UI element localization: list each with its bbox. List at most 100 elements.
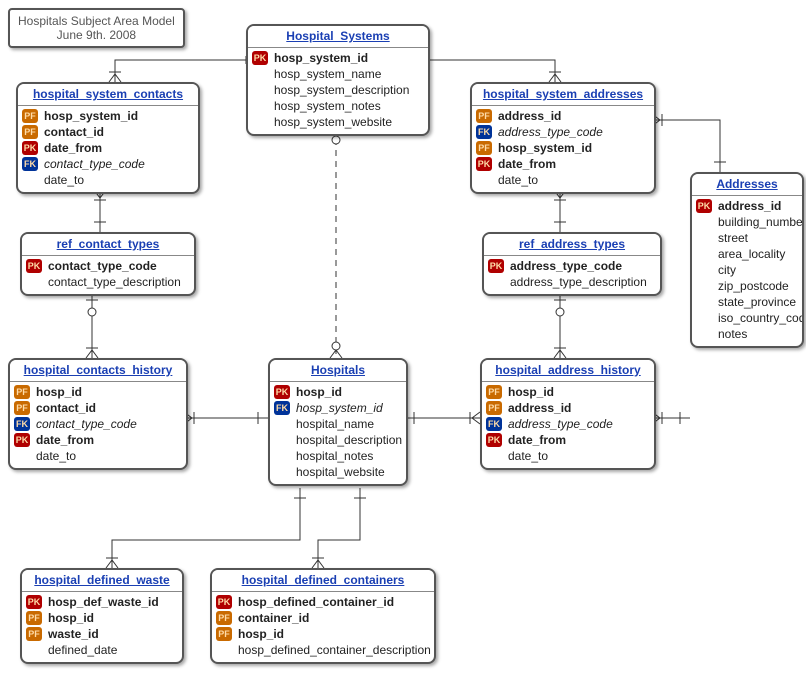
field-name: contact_type_code [36,416,137,432]
er-diagram: Hospitals Subject Area Model June 9th. 2… [0,0,806,683]
entity-hospital-system-addresses: hospital_system_addressesPFaddress_idFKa… [470,82,656,194]
key-badge-pf: PF [14,385,30,399]
field-name: hospital_name [296,416,374,432]
field-row: PFaddress_id [476,108,650,124]
key-badge-pk: PK [26,595,42,609]
key-badge-pk: PK [486,433,502,447]
entity-hospital-contacts-history: hospital_contacts_history PFhosp_idPF cont… [8,358,188,470]
field-row: FK hosp_system_id [274,400,402,416]
field-row: PKaddress_id [696,198,798,214]
field-row: PK hosp_system_id [252,50,424,66]
field-name: date_to [498,172,538,188]
key-badge-pf: PF [216,627,232,641]
field-name: iso_country_code [718,310,804,326]
field-name: state_province [718,294,796,310]
key-badge-fk: FK [476,125,492,139]
field-row: PFhosp_id [14,384,182,400]
field-row: PFhosp_system_id [476,140,650,156]
field-row: PKdate_from [14,432,182,448]
field-row: notes [696,326,798,342]
field-name: hosp_system_id [274,50,368,66]
field-name: hosp_system_id [296,400,383,416]
key-badge-pf: PF [486,385,502,399]
field-row: date_to [22,172,194,188]
key-badge-pf: PF [14,401,30,415]
entity-fields: PFhosp_idPFaddress_idFKaddress_type_code… [482,382,654,468]
entity-fields: PFaddress_idFK address_type_codePFhosp_sy… [472,106,654,192]
key-badge-none [274,433,290,447]
key-badge-none [696,231,712,245]
field-name: hospital_description [296,432,402,448]
key-badge-none [274,449,290,463]
key-badge-none [26,275,42,289]
entity-fields: PKaddress_type_codeaddress_type_descript… [484,256,660,294]
key-badge-none [696,295,712,309]
field-name: hosp_system_description [274,82,409,98]
field-row: hosp_system_website [252,114,424,130]
key-badge-pf: PF [486,401,502,415]
field-row: FK address_type_code [476,124,650,140]
key-badge-fk: FK [22,157,38,171]
entity-fields: PKcontact_type_codecontact_type_descript… [22,256,194,294]
field-name: hosp_defined_container_description [238,642,431,658]
key-badge-pf: PF [22,109,38,123]
field-name: date_from [36,432,94,448]
field-name: contact_type_code [44,156,145,172]
field-row: date_to [476,172,650,188]
field-row: FK contact_type_code [14,416,182,432]
field-row: date_to [14,448,182,464]
field-row: defined_date [26,642,178,658]
key-badge-pk: PK [252,51,268,65]
field-row: hospital_name [274,416,402,432]
key-badge-pk: PK [696,199,712,213]
key-badge-none [252,99,268,113]
field-name: hosp_system_website [274,114,392,130]
entity-hospital-systems: Hospital_SystemsPKhosp_system_idhosp_sys… [246,24,430,136]
key-badge-none [252,83,268,97]
entity-fields: PFhosp_system_idPFcontact_idPKdate_fromF… [18,106,198,192]
field-name: city [718,262,736,278]
field-name: date_to [36,448,76,464]
field-name: date_to [508,448,548,464]
key-badge-none [274,465,290,479]
entity-header: ref_contact_types [22,234,194,256]
field-row: hosp_system_name [252,66,424,82]
field-row: city [696,262,798,278]
key-badge-none [696,311,712,325]
key-badge-pk: PK [216,595,232,609]
key-badge-fk: FK [274,401,290,415]
field-name: notes [718,326,747,342]
diagram-date: June 9th. 2008 [18,28,175,42]
entity-header: hospital_system_contacts [18,84,198,106]
entity-fields: PKhosp_idFKhosp_system_idhospital_nameho… [270,382,406,484]
field-row: hosp_system_notes [252,98,424,114]
field-name: zip_postcode [718,278,789,294]
key-badge-pf: PF [22,125,38,139]
entity-header: hospital_defined_containers [212,570,434,592]
field-name: hosp_def_waste_id [48,594,159,610]
field-name: date_from [44,140,102,156]
key-badge-pk: PK [22,141,38,155]
field-name: address_type_code [508,416,613,432]
field-row: street [696,230,798,246]
field-name: address_id [498,108,561,124]
entity-fields: PFhosp_idPFcontact_idFKcontact_type_code… [10,382,186,468]
key-badge-none [696,279,712,293]
entity-header: hospital_defined_waste [22,570,182,592]
field-name: hosp_id [508,384,554,400]
field-row: address_type_description [488,274,656,290]
key-badge-none [22,173,38,187]
field-row: PF hosp_system_id [22,108,194,124]
field-name: hosp_defined_container_id [238,594,394,610]
entity-hospital-defined-waste: hospital_defined_waste PK hosp_def_waste_i… [20,568,184,664]
field-name: hosp_system_id [44,108,138,124]
key-badge-none [696,327,712,341]
entity-header: hospital_contacts_history [10,360,186,382]
field-name: address_type_code [498,124,603,140]
field-row: hospital_notes [274,448,402,464]
field-name: hosp_id [48,610,94,626]
key-badge-pf: PF [26,627,42,641]
field-row: PFhosp_id [26,610,178,626]
key-badge-fk: FK [14,417,30,431]
key-badge-pk: PK [488,259,504,273]
